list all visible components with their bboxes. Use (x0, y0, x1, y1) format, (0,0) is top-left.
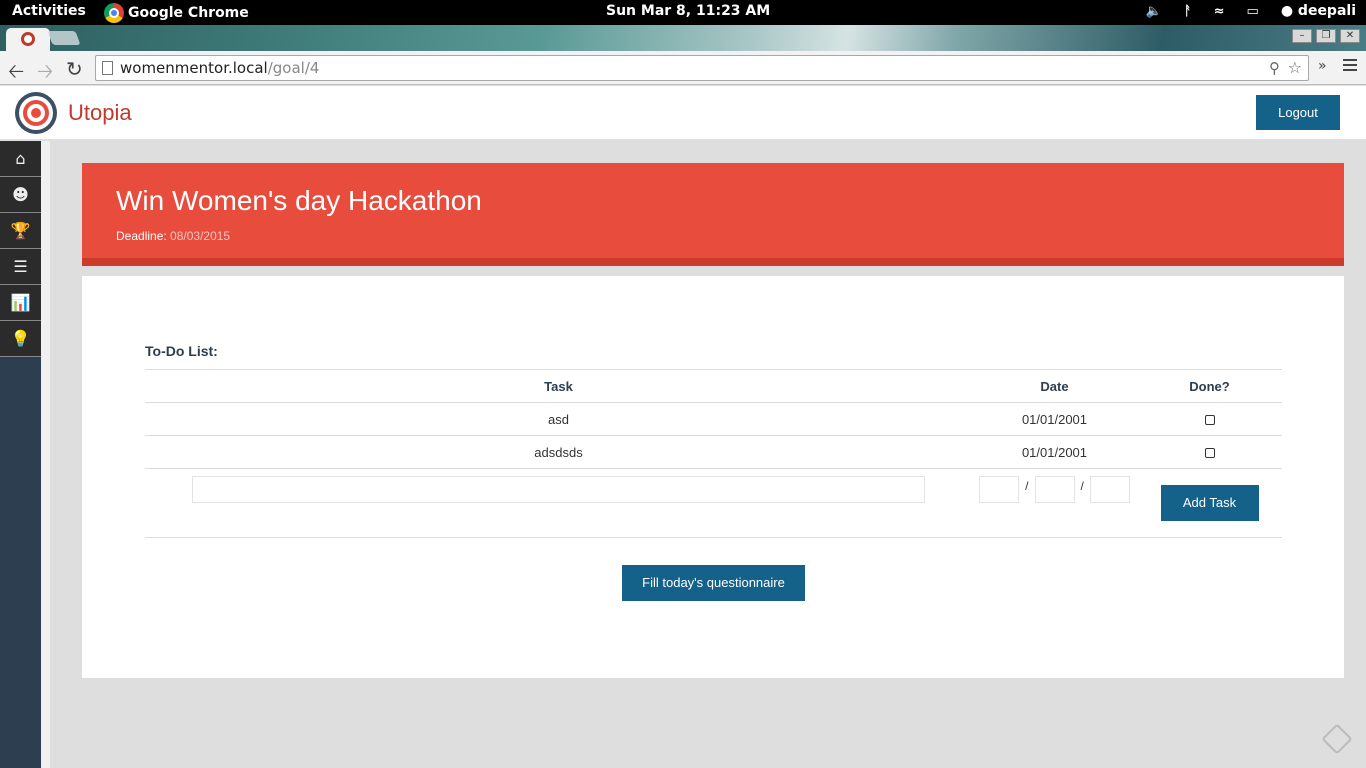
target-logo-icon[interactable] (15, 92, 57, 134)
user-icon: ☻ (12, 185, 29, 204)
done-cell (1137, 402, 1282, 436)
bluetooth-icon[interactable]: ᚨ (1184, 4, 1192, 19)
month-input[interactable] (1034, 476, 1075, 503)
maximize-icon[interactable]: ❐ (1316, 29, 1336, 43)
browser-tab-strip: – ❐ ✕ (0, 25, 1366, 51)
new-date-cell: / / (972, 468, 1137, 538)
sidebar-item-goals[interactable]: 🏆 (0, 213, 41, 249)
target-favicon-icon (21, 32, 35, 46)
new-task-input[interactable] (192, 476, 925, 503)
sidebar-item-home[interactable]: ⌂ (0, 141, 41, 177)
logout-button[interactable]: Logout (1256, 95, 1340, 130)
app-name-label: Google Chrome (128, 5, 249, 21)
user-name: deepali (1297, 3, 1356, 19)
url-host: womenmentor.local (120, 59, 268, 77)
browser-tab-active[interactable] (6, 28, 50, 51)
date-cell: 01/01/2001 (972, 435, 1137, 469)
done-checkbox[interactable] (1204, 448, 1215, 459)
brand-name[interactable]: Utopia (68, 100, 132, 126)
fill-questionnaire-button[interactable]: Fill today's questionnaire (622, 565, 805, 601)
close-icon[interactable]: ✕ (1340, 29, 1360, 43)
new-tab-button[interactable] (47, 31, 81, 45)
activities-button[interactable]: Activities (12, 3, 86, 19)
volume-icon[interactable]: 🔈 (1146, 4, 1162, 19)
sidebar-item-profile[interactable]: ☻ (0, 177, 41, 213)
todo-table: Task Date Done? asd 01/01/2001 adsdsds 0… (145, 369, 1282, 538)
table-header-row: Task Date Done? (145, 369, 1282, 403)
new-task-cell (145, 468, 972, 538)
user-menu[interactable]: ● deepali (1281, 3, 1356, 19)
reload-icon[interactable]: ↻ (66, 57, 83, 81)
date-cell: 01/01/2001 (972, 402, 1137, 436)
app-header: Utopia Logout (0, 86, 1366, 140)
browser-toolbar: 🡠 🡢 ↻ womenmentor.local/goal/4 ⚲ ☆ » (0, 51, 1366, 85)
deadline-label: Deadline: (116, 229, 167, 243)
page-icon (102, 61, 113, 75)
day-input[interactable] (979, 476, 1020, 503)
home-icon: ⌂ (15, 149, 26, 168)
deadline-value: 08/03/2015 (170, 229, 231, 243)
sidebar-edge (41, 141, 50, 768)
chrome-menu-icon[interactable] (1343, 59, 1357, 74)
sidebar-nav: ⌂ ☻ 🏆 ☰ 📊 💡 (0, 141, 41, 357)
done-checkbox[interactable] (1204, 415, 1215, 426)
search-icon[interactable]: ⚲ (1269, 56, 1280, 80)
add-task-button[interactable]: Add Task (1160, 485, 1259, 521)
sidebar: ⌂ ☻ 🏆 ☰ 📊 💡 (0, 141, 50, 768)
url-path: /goal/4 (267, 59, 320, 77)
wifi-icon[interactable]: ≈ (1214, 4, 1225, 19)
list-icon: ☰ (13, 257, 28, 276)
date-separator: / (1025, 478, 1029, 493)
minimize-icon[interactable]: – (1292, 29, 1312, 43)
battery-icon[interactable]: ▭ (1247, 4, 1259, 19)
clock[interactable]: Sun Mar 8, 11:23 AM (606, 3, 770, 19)
goal-deadline: Deadline: 08/03/2015 (116, 229, 230, 243)
sidebar-item-list[interactable]: ☰ (0, 249, 41, 285)
app-menu[interactable]: Google Chrome (104, 3, 249, 23)
extensions-overflow-icon[interactable]: » (1318, 58, 1327, 74)
add-task-cell: Add Task (1137, 468, 1282, 538)
chart-icon: 📊 (10, 293, 31, 312)
chrome-icon (104, 3, 124, 23)
sidebar-item-stats[interactable]: 📊 (0, 285, 41, 321)
window-controls: – ❐ ✕ (1292, 29, 1360, 43)
url-text: womenmentor.local/goal/4 (120, 56, 319, 80)
address-bar[interactable]: womenmentor.local/goal/4 ⚲ ☆ (95, 55, 1309, 81)
table-row: adsdsds 01/01/2001 (145, 435, 1282, 469)
year-input[interactable] (1089, 476, 1130, 503)
system-top-bar: Activities Google Chrome Sun Mar 8, 11:2… (0, 0, 1366, 25)
table-row: asd 01/01/2001 (145, 402, 1282, 436)
feedback-icon[interactable] (1321, 723, 1353, 755)
todo-heading: To-Do List: (145, 343, 218, 359)
column-header-task: Task (145, 369, 972, 403)
column-header-date: Date (972, 369, 1137, 403)
task-cell: asd (145, 402, 972, 436)
trophy-icon: 🏆 (10, 221, 31, 240)
new-task-row: / / Add Task (145, 468, 1282, 538)
date-separator: / (1080, 478, 1084, 493)
bookmark-star-icon[interactable]: ☆ (1288, 56, 1302, 80)
sidebar-item-ideas[interactable]: 💡 (0, 321, 41, 357)
task-cell: adsdsds (145, 435, 972, 469)
goal-header: Win Women's day Hackathon Deadline: 08/0… (82, 163, 1344, 266)
column-header-done: Done? (1137, 369, 1282, 403)
lightbulb-icon: 💡 (10, 329, 31, 348)
goal-title: Win Women's day Hackathon (116, 185, 482, 216)
system-tray: 🔈 ᚨ ≈ ▭ ● deepali (1146, 3, 1356, 19)
date-input-group: / / (972, 476, 1137, 503)
done-cell (1137, 435, 1282, 469)
todo-card: To-Do List: Task Date Done? asd 01/01/20… (82, 276, 1344, 678)
